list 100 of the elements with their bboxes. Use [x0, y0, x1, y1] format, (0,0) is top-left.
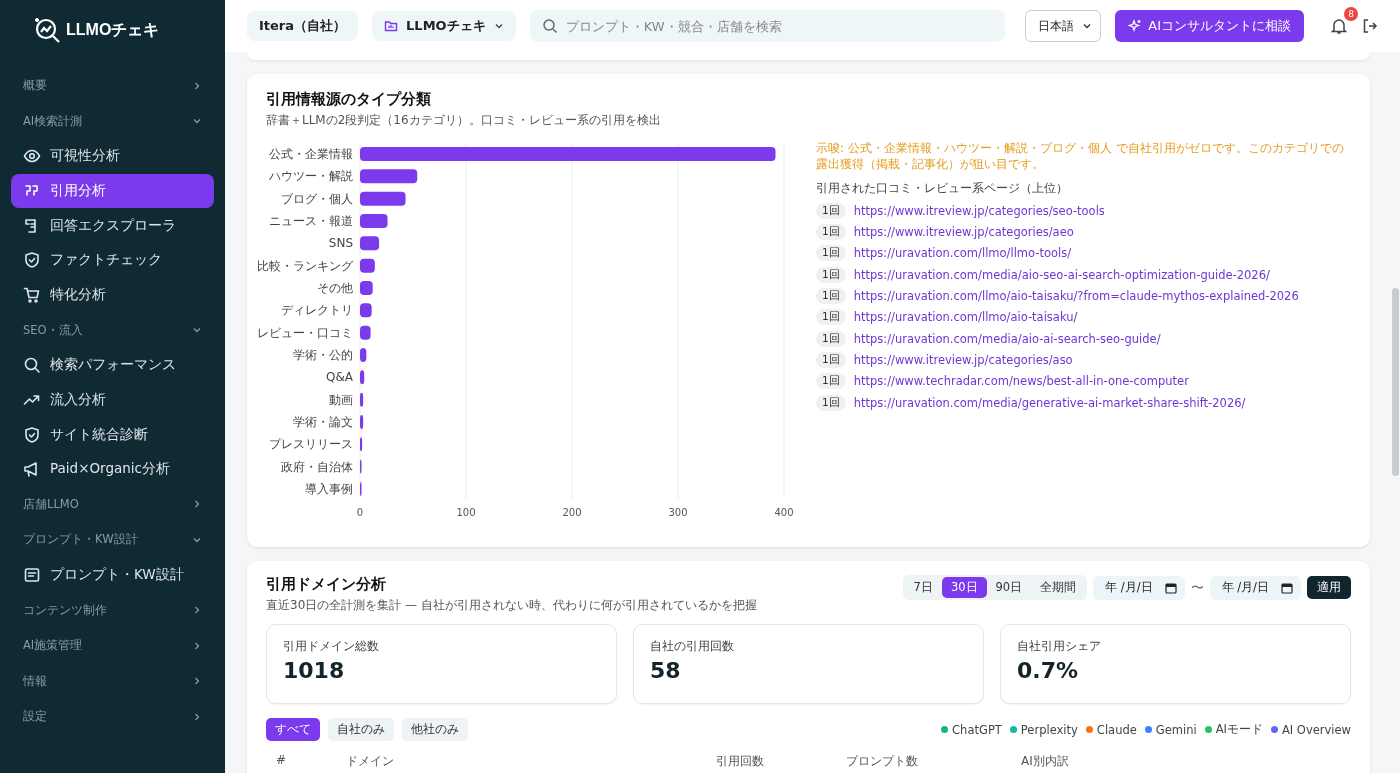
axis-tick-label: 100	[456, 507, 476, 518]
page-link[interactable]: https://uravation.com/llmo/aio-taisaku/?from=claude-mythos-explained-2026	[853, 289, 1299, 303]
bar	[360, 214, 388, 228]
sidebar-item[interactable]: 特化分析	[11, 277, 214, 313]
shield-icon	[23, 251, 41, 270]
chevron-icon	[192, 676, 202, 687]
sidebar-section[interactable]: 店舗LLMO	[11, 486, 214, 523]
sidebar-item[interactable]: 可視性分析	[11, 139, 214, 174]
sidebar-item[interactable]: 回答エクスプローラ	[11, 208, 214, 244]
card-subtitle: 直近30日の全計測を集計 — 自社が引用されない時、代わりに何が引用されているかを把握	[266, 597, 757, 614]
chevron-icon	[192, 605, 202, 616]
card-title: 引用ドメイン分析	[266, 575, 387, 594]
axis-tick-label: 400	[774, 507, 794, 518]
sidebar-section[interactable]: AI検索計測	[11, 103, 214, 139]
cart-icon	[23, 286, 41, 305]
sidebar-section[interactable]: 概要	[11, 68, 214, 104]
sidebar-item[interactable]: サイト統合診断	[11, 417, 214, 452]
legend-label: Claude	[1096, 722, 1137, 737]
page-link[interactable]: https://www.techradar.com/news/best-all-in-one-computer	[853, 374, 1189, 389]
sidebar-section[interactable]: コンテンツ制作	[11, 592, 214, 628]
category-label: ニュース・報道	[269, 214, 353, 228]
page-link[interactable]: https://uravation.com/llmo/llmo-tools/	[853, 246, 1072, 261]
stat-label: 自社引用シェア	[1017, 639, 1102, 654]
bar	[360, 325, 371, 340]
card-subtitle: 辞書＋LLMの2段判定（16カテゴリ）。口コミ・レビュー系の引用を検出	[266, 112, 662, 129]
search-field[interactable]: プロンプト・KW・競合・店舗を検索	[529, 10, 1006, 42]
legend-label: Perplexity	[1020, 722, 1078, 737]
bar	[360, 370, 365, 385]
page-link[interactable]: https://www.itreview.jp/categories/aeo	[853, 225, 1074, 240]
legend-label: AIモード	[1215, 722, 1263, 737]
sidebar-section[interactable]: SEO・流入	[11, 312, 214, 348]
date-field[interactable]: 年 /月/日	[1209, 575, 1301, 600]
category-label: 動画	[329, 392, 353, 407]
category-label: SNS	[328, 236, 353, 251]
count-badge: 1回	[816, 266, 846, 283]
sidebar-item[interactable]: 引用分析	[11, 173, 214, 209]
axis-tick-label: 300	[668, 507, 688, 518]
bar	[360, 347, 367, 362]
calendar-icon	[1164, 581, 1177, 594]
sidebar-item[interactable]: プロンプト・KW設計	[11, 557, 214, 593]
column-header: AI別内訳	[1021, 753, 1069, 770]
sidebar-item[interactable]: Paid×Organic分析	[11, 452, 214, 487]
count-badge: 1回	[816, 351, 846, 368]
bar	[360, 437, 363, 452]
project-selector[interactable]: LLMOチェキ	[372, 11, 516, 41]
sidebar-section[interactable]: AI施策管理	[11, 627, 214, 664]
filter-chip[interactable]: 他社のみ	[402, 718, 468, 741]
period-tab[interactable]: 7日	[904, 577, 942, 598]
filter-chip[interactable]: すべて	[266, 718, 320, 741]
card-title: 引用情報源のタイプ分類	[266, 90, 432, 109]
logout-icon[interactable]	[1362, 18, 1378, 34]
scrollbar[interactable]	[1392, 288, 1399, 476]
page-link[interactable]: https://uravation.com/llmo/aio-taisaku/	[853, 310, 1078, 325]
page-link[interactable]: https://uravation.com/media/aio-seo-ai-search-optimization-guide-2026/	[853, 267, 1270, 282]
filter-chip[interactable]: 自社のみ	[328, 718, 394, 741]
category-label: プレスリリース	[269, 437, 353, 452]
axis-tick-label: 0	[356, 507, 364, 518]
period-tab[interactable]: 90日	[986, 577, 1032, 598]
consult-button[interactable]: AIコンサルタントに相談	[1115, 10, 1304, 42]
sidebar-section[interactable]: プロンプト・KW設計	[11, 522, 214, 558]
category-label: ブログ・個人	[281, 191, 353, 206]
sidebar-item[interactable]: ファクトチェック	[11, 243, 214, 278]
notification-icon[interactable]	[1330, 17, 1348, 35]
sidebar-item[interactable]: 検索パフォーマンス	[11, 347, 214, 383]
legend-label: Gemini	[1155, 722, 1197, 737]
count-badge: 1回	[816, 245, 846, 262]
range-separator: 〜	[1190, 578, 1204, 597]
sidebar-section[interactable]: 情報	[11, 663, 214, 699]
period-tab[interactable]: 全期間	[1031, 577, 1086, 598]
count-badge: 1回	[816, 330, 846, 347]
legend-label: ChatGPT	[952, 722, 1002, 737]
count-badge: 1回	[816, 202, 846, 219]
language-select[interactable]: 日本語	[1025, 10, 1102, 42]
category-label: ハウツー・解説	[269, 169, 353, 184]
category-label: ディレクトリ	[281, 303, 353, 318]
bar	[360, 414, 364, 429]
bar	[360, 392, 364, 407]
company-selector[interactable]: Itera（自社）	[247, 11, 359, 41]
sidebar-item[interactable]: 流入分析	[11, 382, 214, 418]
page-link[interactable]: https://uravation.com/media/generative-ai-market-share-shift-2026/	[853, 395, 1246, 410]
stat-value: 1018	[283, 658, 346, 683]
category-label: 政府・自治体	[281, 459, 353, 474]
bar	[360, 258, 375, 273]
category-label: その他	[317, 281, 353, 295]
bar	[360, 281, 373, 295]
bar	[360, 236, 380, 251]
page-link[interactable]: https://www.itreview.jp/categories/aso	[853, 352, 1073, 367]
date-field[interactable]: 年 /月/日	[1093, 575, 1185, 600]
page-link[interactable]: https://uravation.com/media/aio-ai-search-seo-guide/	[853, 331, 1161, 346]
count-badge: 1回	[816, 373, 846, 390]
page-link[interactable]: https://www.itreview.jp/categories/seo-tools	[853, 203, 1105, 218]
chevron-icon	[1082, 21, 1093, 31]
apply-button[interactable]: 適用	[1307, 576, 1351, 599]
category-label: 学術・論文	[293, 414, 353, 429]
chevron-icon	[192, 499, 202, 510]
logo-text: LLMOチェキ	[66, 19, 160, 40]
sidebar-section[interactable]: 設定	[11, 698, 214, 735]
stat-label: 自社の引用回数	[650, 639, 735, 654]
period-tab[interactable]: 30日	[941, 577, 987, 598]
column-header: 引用回数	[716, 753, 765, 770]
